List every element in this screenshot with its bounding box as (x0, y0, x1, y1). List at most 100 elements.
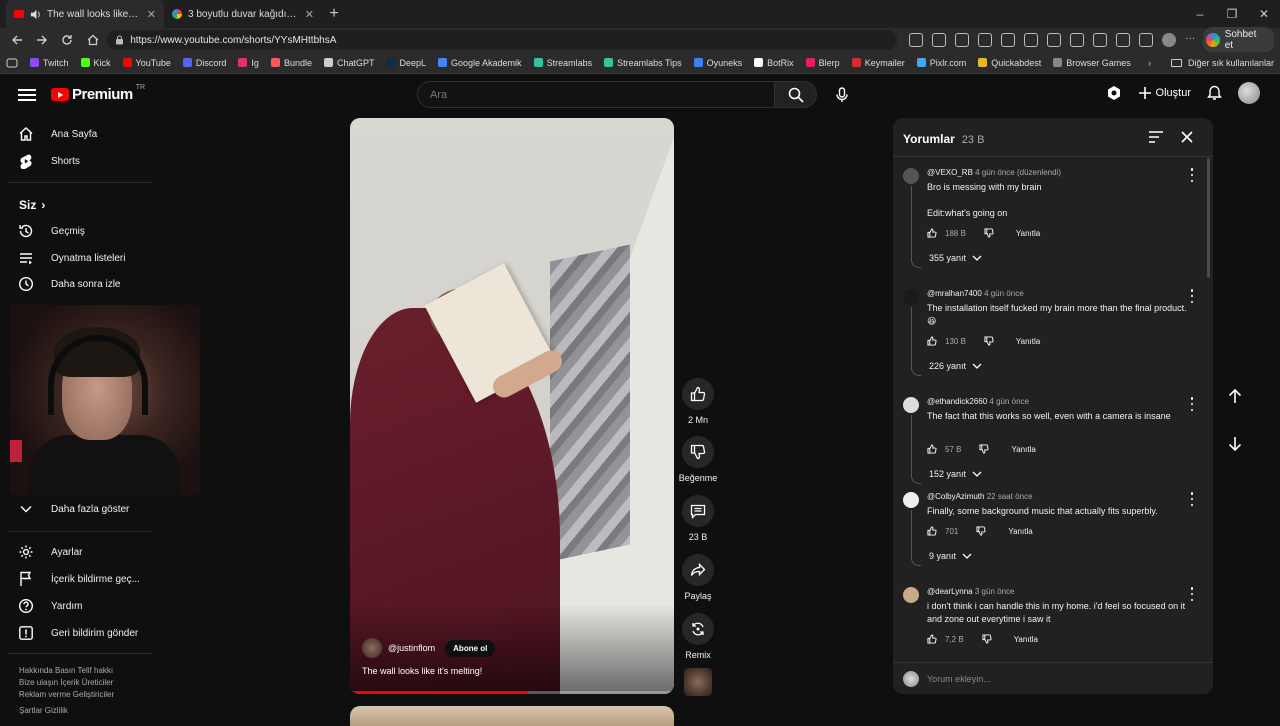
bookmark-item[interactable]: Streamlabs (533, 58, 592, 68)
comment-author-avatar[interactable] (903, 492, 919, 508)
comments-scrollbar[interactable] (1207, 158, 1210, 278)
thumbs-down-icon[interactable] (979, 444, 989, 454)
sidebar-item-settings[interactable]: Ayarlar (18, 544, 83, 560)
comment-author[interactable]: @ColbyAzimuth (927, 492, 984, 501)
premium-tools-icon[interactable] (1106, 85, 1122, 101)
sidebar-item-help[interactable]: Yardım (18, 598, 83, 614)
comment-author-avatar[interactable] (903, 289, 919, 305)
thumbs-up-icon[interactable] (927, 228, 937, 238)
comment-more-icon[interactable] (1189, 289, 1195, 303)
video-progress-bar[interactable] (350, 691, 674, 694)
sidebar-item-playlists[interactable]: Oynatma listeleri (18, 250, 125, 266)
sound-thumbnail[interactable] (684, 668, 712, 696)
comment-author-avatar[interactable] (903, 168, 919, 184)
reload-button[interactable] (57, 29, 78, 51)
extension-icon[interactable] (955, 33, 970, 47)
thumbs-down-icon[interactable] (984, 228, 994, 238)
dislike-button[interactable]: Beğenme (676, 436, 720, 483)
thumbs-up-icon[interactable] (927, 336, 937, 346)
url-field[interactable]: https://www.youtube.com/shorts/YYsMHttbh… (107, 30, 898, 50)
comment-author-avatar[interactable] (903, 397, 919, 413)
sidebar-show-more[interactable]: Daha fazla göster (18, 501, 129, 517)
account-avatar[interactable] (1238, 82, 1260, 104)
maximize-icon[interactable]: ❐ (1216, 0, 1248, 28)
extension-icon[interactable] (1047, 33, 1062, 47)
bookmark-item[interactable]: Ig (238, 58, 259, 68)
bookmark-item[interactable]: Oyuneks (693, 58, 742, 68)
voice-search-button[interactable] (829, 82, 854, 107)
extension-icon[interactable] (932, 33, 947, 47)
footer-links[interactable]: Hakkında Basın Telif hakkı (19, 665, 149, 677)
browser-tab-google[interactable]: 3 boyutlu duvar kağıdı fiyat - Goo ✕ (164, 0, 322, 28)
next-short-preview[interactable] (350, 706, 674, 726)
extension-icon[interactable] (1001, 33, 1016, 47)
forward-button[interactable] (31, 29, 52, 51)
bookmark-item[interactable]: Discord (182, 58, 226, 68)
sidebar-item-home[interactable]: Ana Sayfa (18, 126, 97, 142)
comment-author[interactable]: @VEXO_RB (927, 168, 973, 177)
bookmark-item[interactable]: Keymailer (851, 58, 905, 68)
extension-icon[interactable] (1024, 33, 1039, 47)
extension-icon[interactable] (909, 33, 924, 47)
extension-icon[interactable] (1116, 33, 1131, 47)
comment-more-icon[interactable] (1189, 397, 1195, 411)
bookmark-item[interactable]: Streamlabs Tips (604, 58, 682, 68)
extension-icon[interactable] (1093, 33, 1108, 47)
comment-reply-button[interactable]: Yanıtla (1011, 445, 1035, 454)
show-replies-button[interactable]: 9 yanıt (929, 551, 972, 561)
bookmark-item[interactable]: Browser Games (1053, 58, 1131, 68)
previous-short-button[interactable] (1228, 388, 1242, 404)
more-icon[interactable]: ··· (1185, 33, 1199, 47)
menu-icon[interactable] (17, 85, 37, 105)
comment-author[interactable]: @mralhan7400 (927, 289, 982, 298)
minimize-icon[interactable]: – (1184, 0, 1216, 28)
comments-button[interactable]: 23 B (676, 495, 720, 542)
comment-reply-button[interactable]: Yanıtla (1014, 635, 1038, 644)
like-button[interactable]: 2 Mn (676, 378, 720, 425)
bell-icon[interactable] (1207, 85, 1222, 101)
comment-author-avatar[interactable] (903, 587, 919, 603)
next-short-button[interactable] (1228, 436, 1242, 452)
thumbs-down-icon[interactable] (984, 336, 994, 346)
channel-name[interactable]: @justinflom (388, 643, 435, 653)
search-input[interactable] (430, 88, 774, 101)
sidebar-item-history[interactable]: Geçmiş (18, 223, 85, 239)
sort-button[interactable] (1148, 130, 1164, 144)
sidebar-item-watch-later[interactable]: Daha sonra izle (18, 276, 120, 292)
new-tab-button[interactable]: + (322, 5, 346, 23)
bookmark-item[interactable]: ChatGPT (323, 58, 374, 68)
thumbs-down-icon[interactable] (982, 634, 992, 644)
bookmark-item[interactable]: Kick (80, 58, 111, 68)
channel-avatar[interactable] (362, 638, 382, 658)
thumbs-up-icon[interactable] (927, 444, 937, 454)
comment-reply-button[interactable]: Yanıtla (1008, 527, 1032, 536)
create-button[interactable]: Oluştur (1138, 86, 1191, 100)
thumbs-up-icon[interactable] (927, 526, 937, 536)
tab-close-icon[interactable]: ✕ (147, 8, 156, 21)
sidebar-item-report-history[interactable]: İçerik bildirme geç... (18, 571, 140, 587)
back-button[interactable] (6, 29, 27, 51)
footer-links[interactable]: Şartlar Gizlilik (19, 705, 149, 717)
tab-close-icon[interactable]: ✕ (305, 8, 314, 21)
tab-actions-icon[interactable] (6, 58, 18, 68)
bookmark-item[interactable]: Pixlr.com (916, 58, 966, 68)
speaker-icon[interactable] (30, 9, 41, 20)
extension-icon[interactable] (1070, 33, 1085, 47)
home-button[interactable] (82, 29, 103, 51)
footer-links[interactable]: Bize ulaşın İçerik Üreticiler (19, 677, 149, 689)
comment-more-icon[interactable] (1189, 492, 1195, 506)
footer-links[interactable]: Reklam verme Geliştiriciler (19, 689, 149, 701)
show-replies-button[interactable]: 355 yanıt (929, 253, 982, 263)
extension-icon[interactable] (1139, 33, 1154, 47)
sidebar-item-shorts[interactable]: Shorts (18, 153, 80, 169)
bookmark-item[interactable]: Twitch (30, 58, 69, 68)
comment-reply-button[interactable]: Yanıtla (1016, 229, 1040, 238)
other-bookmarks[interactable]: › Diğer sık kullanılanlar (1148, 58, 1274, 68)
bookmark-item[interactable]: YouTube (122, 58, 171, 68)
search-button[interactable] (775, 81, 817, 108)
bookmark-item[interactable]: Google Akademik (438, 58, 522, 68)
comment-author[interactable]: @dearLynna (927, 587, 973, 596)
comment-reply-button[interactable]: Yanıtla (1016, 337, 1040, 346)
comment-more-icon[interactable] (1189, 168, 1195, 182)
share-button[interactable]: Paylaş (676, 554, 720, 601)
